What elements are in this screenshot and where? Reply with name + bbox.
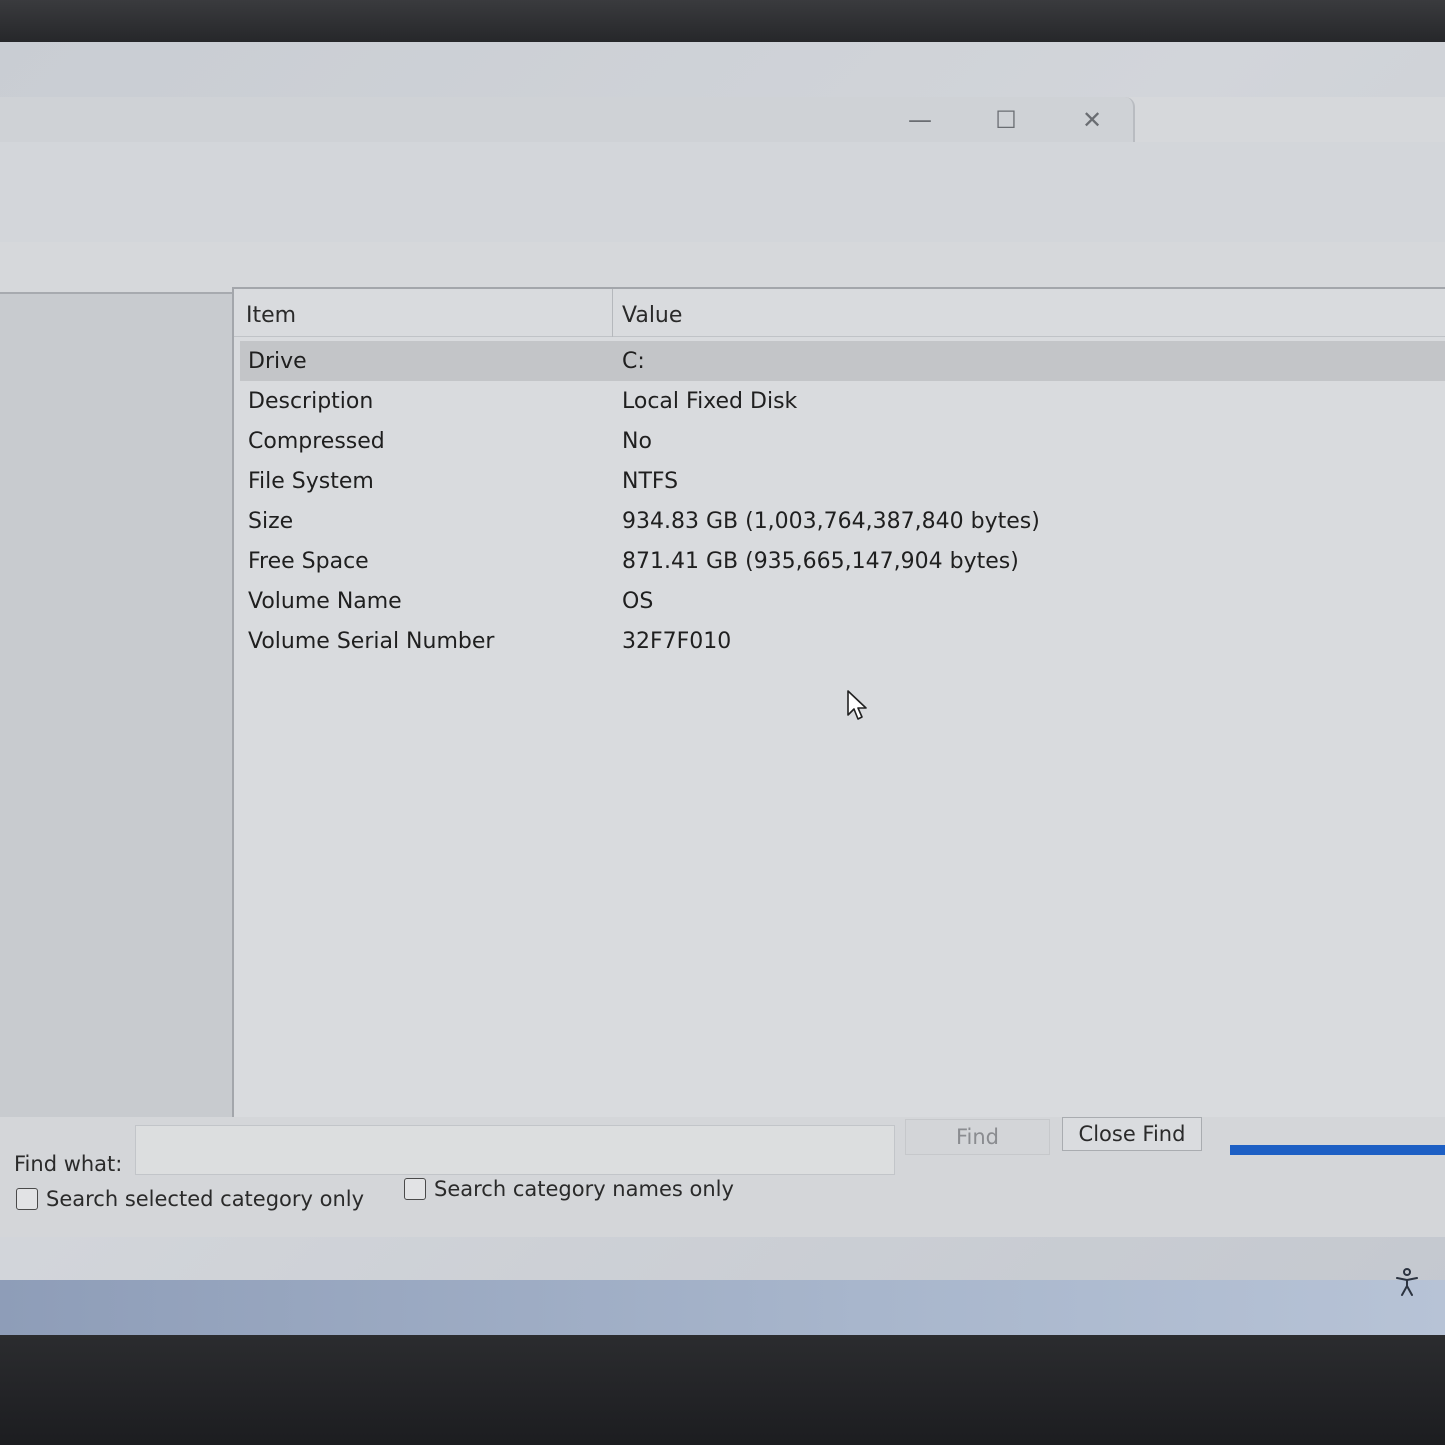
find-what-label: Find what: xyxy=(14,1152,123,1176)
list-row[interactable]: File System NTFS xyxy=(240,461,1445,501)
screen: — ☐ ✕ Item Value Drive C: Description Local… xyxy=(0,42,1445,1335)
list-row[interactable]: Compressed No xyxy=(240,421,1445,461)
row-item-label: Volume Serial Number xyxy=(248,629,495,654)
monitor-bezel-top xyxy=(0,0,1445,42)
search-selected-category-option[interactable]: Search selected category only xyxy=(16,1187,364,1211)
row-item-label: Volume Name xyxy=(248,589,402,614)
row-item-label: Size xyxy=(248,509,294,534)
list-row[interactable]: Volume Name OS xyxy=(240,581,1445,621)
close-find-button[interactable]: Close Find xyxy=(1062,1117,1202,1151)
search-category-names-label: Search category names only xyxy=(434,1177,734,1201)
details-list-pane[interactable]: Item Value Drive C: Description Local Fixed… xyxy=(232,287,1445,1132)
row-value: 871.41 GB (935,665,147,904 bytes) xyxy=(622,549,1019,574)
list-header: Item Value xyxy=(234,289,1445,337)
desktop-background xyxy=(0,1280,1445,1335)
row-item-label: File System xyxy=(248,469,374,494)
close-button[interactable]: ✕ xyxy=(1070,105,1114,135)
search-selected-category-checkbox[interactable] xyxy=(16,1188,38,1210)
column-divider[interactable] xyxy=(612,289,613,337)
row-value: No xyxy=(622,429,652,454)
column-header-item[interactable]: Item xyxy=(246,303,296,328)
find-what-input[interactable] xyxy=(135,1125,895,1175)
mouse-pointer-icon xyxy=(847,690,867,720)
list-row[interactable]: Free Space 871.41 GB (935,665,147,904 byt… xyxy=(240,541,1445,581)
list-row[interactable]: Description Local Fixed Disk xyxy=(240,381,1445,421)
row-value: NTFS xyxy=(622,469,679,494)
menu-bar xyxy=(0,142,1445,242)
find-bar: Find what: Find Close Find Search select… xyxy=(0,1117,1445,1237)
row-value: C: xyxy=(622,349,645,374)
maximize-button[interactable]: ☐ xyxy=(984,105,1028,135)
system-information-window: — ☐ ✕ Item Value Drive C: Description Local… xyxy=(0,97,1445,1237)
row-value: OS xyxy=(622,589,654,614)
search-category-names-checkbox[interactable] xyxy=(404,1178,426,1200)
monitor-bezel-bottom xyxy=(0,1335,1445,1445)
category-tree-pane[interactable] xyxy=(0,292,262,1132)
title-bar[interactable]: — ☐ ✕ xyxy=(0,97,1135,142)
row-value: 934.83 GB (1,003,764,387,840 bytes) xyxy=(622,509,1040,534)
column-header-value[interactable]: Value xyxy=(622,303,682,328)
minimize-button[interactable]: — xyxy=(898,105,942,135)
search-category-names-option[interactable]: Search category names only xyxy=(404,1177,734,1201)
find-button[interactable]: Find xyxy=(905,1119,1050,1155)
row-value: 32F7F010 xyxy=(622,629,732,654)
list-row[interactable]: Size 934.83 GB (1,003,764,387,840 bytes) xyxy=(240,501,1445,541)
row-item-label: Compressed xyxy=(248,429,385,454)
accessibility-icon[interactable] xyxy=(1390,1267,1424,1301)
accent-bar xyxy=(1230,1145,1445,1155)
accessibility-glyph-icon xyxy=(1396,1268,1418,1296)
row-item-label: Free Space xyxy=(248,549,369,574)
row-value: Local Fixed Disk xyxy=(622,389,798,414)
search-selected-category-label: Search selected category only xyxy=(46,1187,365,1211)
list-row[interactable]: Drive C: xyxy=(240,341,1445,381)
row-item-label: Description xyxy=(248,389,374,414)
list-row[interactable]: Volume Serial Number 32F7F010 xyxy=(240,621,1445,661)
row-item-label: Drive xyxy=(248,349,307,374)
